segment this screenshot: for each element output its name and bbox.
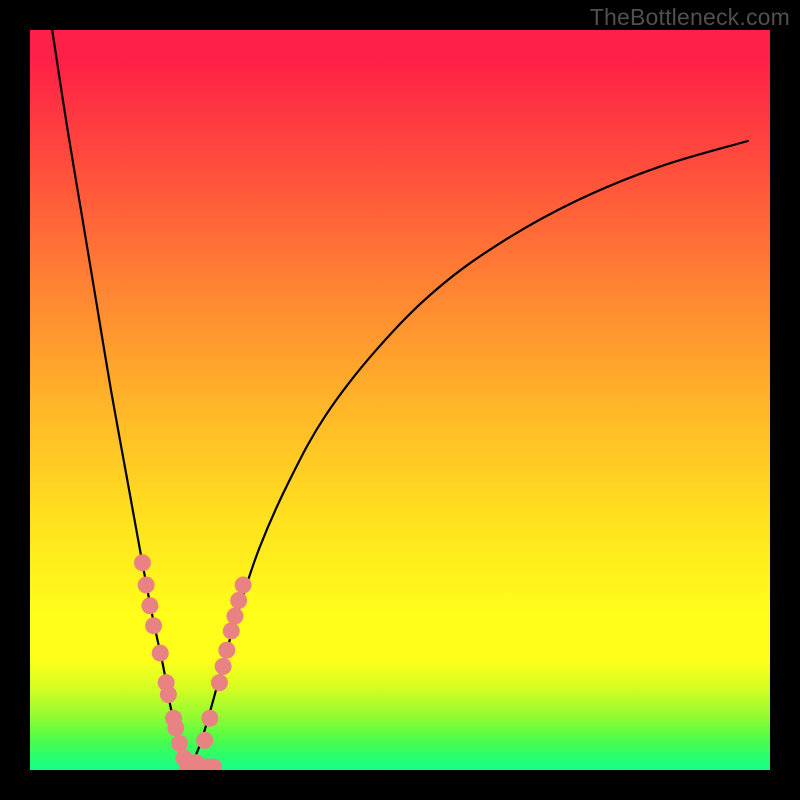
highlight-dot [223, 622, 240, 639]
highlight-dot [226, 608, 243, 625]
chart-stage: TheBottleneck.com [0, 0, 800, 800]
highlight-dot [134, 554, 151, 571]
highlight-dot [138, 577, 155, 594]
curve-left-branch [52, 30, 189, 770]
highlight-dot [145, 617, 162, 634]
attribution-text: TheBottleneck.com [590, 4, 790, 31]
highlight-dots [134, 554, 252, 770]
highlight-dot [171, 735, 188, 752]
highlight-dot [196, 732, 213, 749]
plot-area [30, 30, 770, 770]
highlight-dot [215, 658, 232, 675]
curves-svg [30, 30, 770, 770]
highlight-dot [218, 642, 235, 659]
highlight-dot [152, 645, 169, 662]
curve-right-branch [189, 141, 748, 770]
highlight-dot [167, 719, 184, 736]
highlight-dot [230, 592, 247, 609]
highlight-dot [211, 674, 228, 691]
highlight-dot [235, 577, 252, 594]
highlight-dot [160, 686, 177, 703]
highlight-dot [141, 597, 158, 614]
highlight-dot [201, 710, 218, 727]
